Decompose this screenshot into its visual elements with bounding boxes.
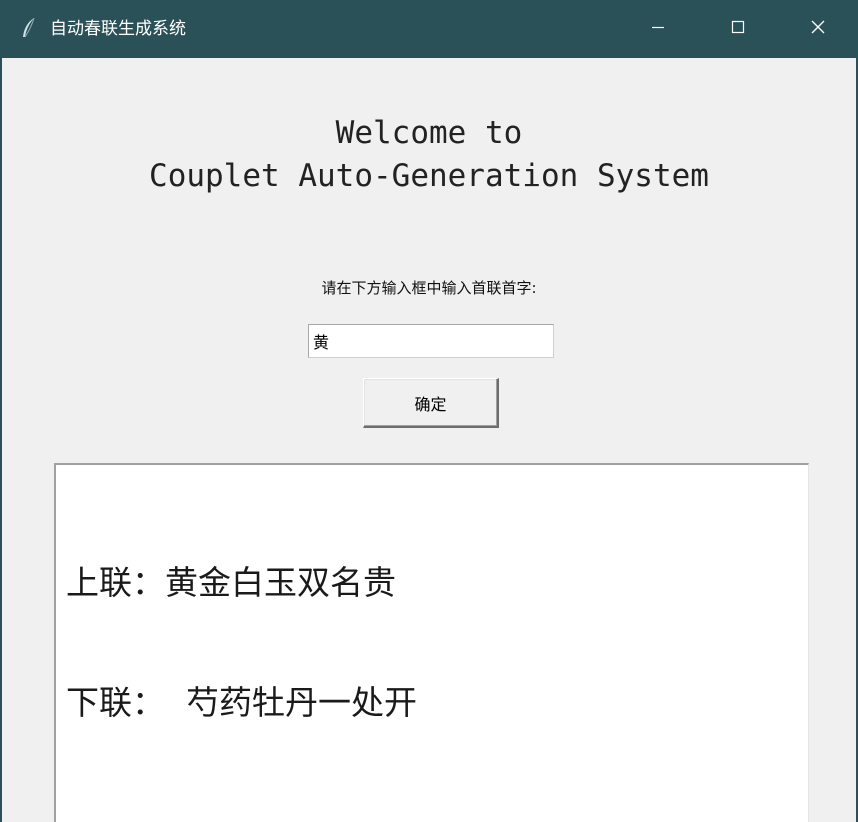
close-button[interactable]: [778, 0, 856, 58]
upper-couplet-line: 上联：黄金白玉双名贵: [66, 563, 396, 602]
close-icon: [810, 19, 826, 39]
welcome-line-1: Welcome to: [335, 115, 523, 151]
first-character-input[interactable]: [308, 324, 554, 358]
input-prompt-label: 请在下方输入框中输入首联首字:: [321, 279, 537, 297]
app-window: 自动春联生成系统 Welcome to Couplet Auto-Generat…: [0, 0, 858, 822]
minimize-button[interactable]: [618, 0, 698, 58]
couplet-output-text[interactable]: 上联：黄金白玉双名贵 下联： 芍药牡丹一处开: [54, 463, 809, 822]
confirm-button[interactable]: 确定: [363, 378, 499, 428]
welcome-heading: Welcome to Couplet Auto-Generation Syste…: [2, 112, 856, 198]
minimize-icon: [650, 19, 666, 39]
feather-icon: [18, 16, 40, 40]
lower-couplet-line: 下联： 芍药牡丹一处开: [66, 683, 417, 722]
window-title: 自动春联生成系统: [50, 19, 186, 39]
welcome-line-2: Couplet Auto-Generation System: [149, 158, 709, 194]
maximize-icon: [730, 19, 746, 39]
maximize-button[interactable]: [698, 0, 778, 58]
title-bar[interactable]: 自动春联生成系统: [2, 0, 856, 58]
